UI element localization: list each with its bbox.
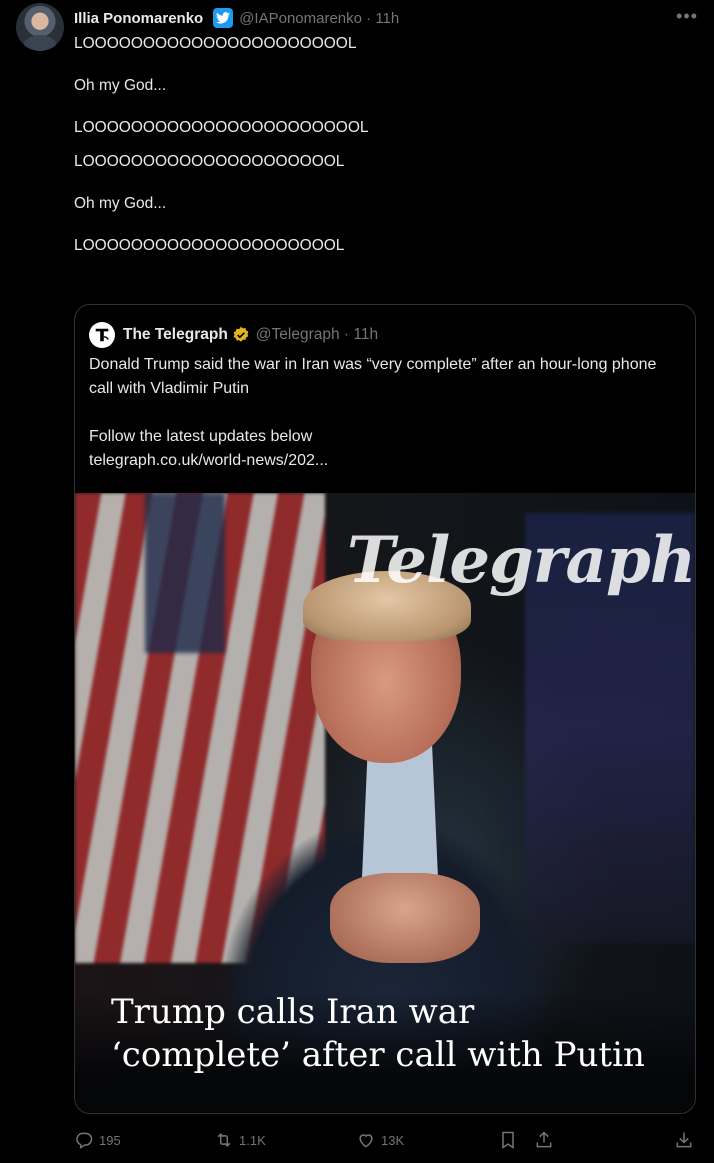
download-icon: [676, 1132, 692, 1148]
tweet-line: LOOOOOOOOOOOOOOOOOOOOOOOL: [74, 119, 369, 136]
quoted-tweet[interactable]: The Telegraph @Telegraph · 11h Donald Tr…: [74, 304, 696, 1114]
quote-text: Donald Trump said the war in Iran was “v…: [89, 353, 679, 473]
telegraph-watermark: Telegraph: [347, 523, 695, 598]
more-options-icon[interactable]: •••: [676, 6, 698, 27]
like-button[interactable]: 13K: [356, 1126, 404, 1154]
tweet-line: Oh my God...: [74, 195, 167, 212]
tweet-line: Oh my God...: [74, 77, 167, 94]
headline-line: Trump calls Iran war: [111, 992, 475, 1032]
quote-text-line: Donald Trump said the war in Iran was “v…: [89, 356, 657, 397]
retweet-button[interactable]: 1.1K: [214, 1126, 266, 1154]
quote-link[interactable]: telegraph.co.uk/world-news/202...: [89, 449, 679, 473]
action-bar: 195 1.1K 13K: [74, 1126, 700, 1154]
avatar[interactable]: [16, 3, 64, 51]
telegraph-logo-icon[interactable]: [89, 322, 115, 348]
share-button[interactable]: [534, 1126, 554, 1154]
verified-badge-icon: [233, 326, 249, 342]
quote-header: The Telegraph @Telegraph · 11h: [89, 322, 378, 348]
retweet-icon: [217, 1133, 231, 1147]
tweet-text: LOOOOOOOOOOOOOOOOOOOOOOL Oh my God... LO…: [74, 32, 634, 258]
bookmark-icon: [502, 1131, 514, 1149]
reply-count: 195: [99, 1132, 121, 1148]
author-name[interactable]: Illia Ponomarenko: [74, 10, 203, 27]
quote-image[interactable]: Telegraph Trump calls Iran war ‘complete…: [75, 493, 695, 1113]
quote-author-name[interactable]: The Telegraph: [123, 326, 228, 344]
reply-icon: [76, 1132, 93, 1149]
retweet-count: 1.1K: [239, 1132, 266, 1148]
clasped-hands: [330, 873, 480, 963]
heart-icon: [359, 1134, 373, 1148]
tweet-line: LOOOOOOOOOOOOOOOOOOOOOL: [74, 153, 345, 170]
reply-button[interactable]: 195: [74, 1126, 121, 1154]
quote-text-line: Follow the latest updates below: [89, 428, 313, 445]
bookmark-button[interactable]: [498, 1126, 518, 1154]
image-headline: Trump calls Iran war ‘complete’ after ca…: [111, 991, 671, 1077]
quote-author-handle-time[interactable]: @Telegraph · 11h: [256, 326, 378, 344]
share-icon: [536, 1131, 552, 1148]
tweet-header: Illia Ponomarenko @IAPonomarenko · 11h •…: [74, 6, 698, 28]
author-handle-time[interactable]: @IAPonomarenko · 11h: [239, 10, 399, 27]
tweet-line: LOOOOOOOOOOOOOOOOOOOOOL: [74, 237, 345, 254]
twitter-bird-icon: [213, 8, 234, 28]
flag-canton: [145, 493, 225, 653]
like-count: 13K: [381, 1132, 405, 1148]
download-button[interactable]: [674, 1126, 694, 1154]
headline-line: ‘complete’ after call with Putin: [111, 1035, 645, 1075]
tweet-line: LOOOOOOOOOOOOOOOOOOOOOOL: [74, 35, 357, 52]
